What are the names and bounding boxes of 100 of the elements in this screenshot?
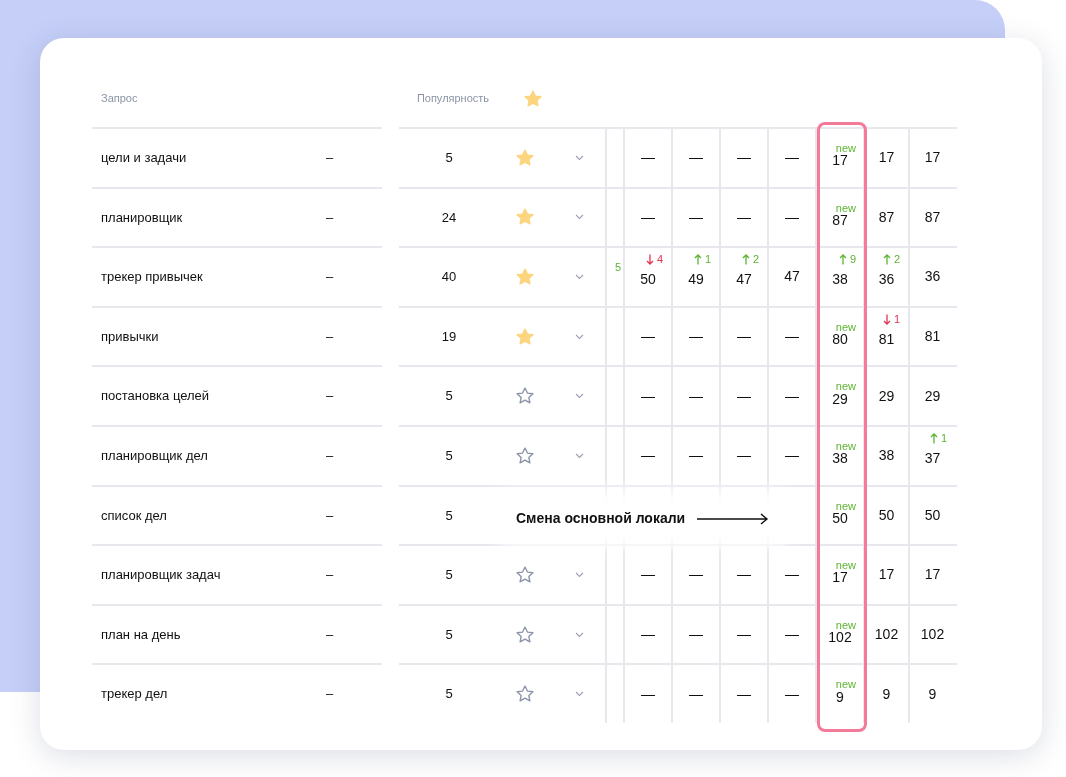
table-cell-text: 17 xyxy=(924,565,941,585)
table-cell-text: 9 xyxy=(928,684,937,704)
table-cell-text: — xyxy=(737,684,751,704)
popularity-value: 5 xyxy=(444,387,454,406)
table-cell-text: – xyxy=(324,149,335,168)
table-cell-text: – xyxy=(324,208,335,227)
popularity-value: 5 xyxy=(444,149,454,168)
annotation-text: Смена основной локали xyxy=(516,509,686,528)
star-icon[interactable] xyxy=(515,445,535,466)
table-cell-text: — xyxy=(737,386,751,406)
change-value: 2 xyxy=(893,254,900,266)
table-cell-text: 102 xyxy=(920,625,945,645)
table-cell-text: 50 xyxy=(640,270,656,290)
table-cell-text: 29 xyxy=(832,390,848,409)
table-cell-text: 81 xyxy=(924,327,941,347)
table-cell-text: 47 xyxy=(784,267,800,287)
table-cell-text: 9 xyxy=(836,688,844,707)
change-value: 1 xyxy=(704,254,711,266)
table-cell-text: — xyxy=(641,207,655,227)
table-cell-text: – xyxy=(324,506,335,525)
chevron-down-icon[interactable] xyxy=(575,154,584,161)
table-cell-text: 102 xyxy=(828,629,852,648)
query-text: трекер дел xyxy=(100,685,169,704)
popularity-value: 40 xyxy=(440,268,458,287)
table-cell-text: 49 xyxy=(688,270,704,290)
new-label: new xyxy=(835,559,856,572)
new-label: new xyxy=(835,380,856,393)
table-cell-text: 81 xyxy=(878,330,895,350)
table-cell-text: 37 xyxy=(924,449,941,469)
table-cell-text: 87 xyxy=(878,207,895,227)
new-label: new xyxy=(835,201,856,214)
new-label: new xyxy=(835,439,856,452)
new-label: new xyxy=(835,618,856,631)
star-icon[interactable] xyxy=(515,564,535,585)
table-cell-text: — xyxy=(689,625,703,645)
table-cell-text: — xyxy=(737,625,751,645)
table-cell-text: — xyxy=(641,446,655,466)
filled-star-icon[interactable] xyxy=(515,326,535,347)
chevron-down-icon[interactable] xyxy=(575,691,584,698)
table-cell-text: — xyxy=(785,684,799,704)
filled-star-icon[interactable] xyxy=(515,267,535,287)
query-text: список дел xyxy=(100,506,168,525)
table-cell-text: — xyxy=(737,446,751,466)
table-cell-text: — xyxy=(737,207,751,227)
popularity-value: 5 xyxy=(444,685,454,704)
chevron-down-icon[interactable] xyxy=(575,631,584,638)
new-label: new xyxy=(835,678,856,691)
chevron-down-icon[interactable] xyxy=(575,274,584,280)
table-cell-text: — xyxy=(689,386,703,406)
query-text: постановка целей xyxy=(100,387,211,406)
table-cell-text: — xyxy=(785,565,799,585)
chevron-down-icon[interactable] xyxy=(575,393,584,400)
column-header: Популярность xyxy=(415,91,491,107)
table-cell-text: — xyxy=(785,327,799,347)
filled-star-icon[interactable] xyxy=(523,88,543,109)
table-cell-text: 9 xyxy=(882,684,891,704)
table-cell-text: 17 xyxy=(878,565,895,585)
change-value: 1 xyxy=(893,313,900,325)
table-cell-text: 36 xyxy=(878,270,895,290)
query-text: планировщик дел xyxy=(100,447,209,465)
table-cell-text: — xyxy=(689,327,703,347)
table-cell-text: – xyxy=(324,625,335,644)
table-cell-text: 47 xyxy=(736,270,752,290)
column-header: Запрос xyxy=(100,91,139,107)
popularity-value: 24 xyxy=(440,208,458,227)
table-cell-text: — xyxy=(689,684,703,704)
table-cell-text: — xyxy=(785,148,799,168)
table-cell-text: 17 xyxy=(832,152,848,171)
chevron-down-icon[interactable] xyxy=(575,571,584,578)
table-cell-text: 29 xyxy=(924,386,941,406)
query-text: планировщик задач xyxy=(100,566,222,585)
table-cell-text: — xyxy=(785,446,799,466)
change-value: 1 xyxy=(940,432,947,444)
change-value: 2 xyxy=(752,254,759,266)
query-text: планировщик xyxy=(100,208,184,227)
popularity-value: 5 xyxy=(444,566,454,585)
table-cell-text: 36 xyxy=(924,267,941,287)
table-cell-text: — xyxy=(641,386,655,406)
new-label: new xyxy=(835,142,856,154)
table-cell-text: 29 xyxy=(878,386,895,406)
new-label: new xyxy=(835,320,856,333)
query-text: трекер привычек xyxy=(100,268,204,287)
table-cell-text: – xyxy=(324,566,335,585)
table-cell-text: – xyxy=(324,447,335,465)
change-value: 4 xyxy=(656,254,663,266)
filled-star-icon[interactable] xyxy=(515,147,535,168)
popularity-value: 19 xyxy=(440,327,458,346)
popularity-value: 5 xyxy=(444,506,454,525)
table-cell-text: 87 xyxy=(924,207,941,227)
table-cell-text: — xyxy=(689,207,703,227)
chevron-down-icon[interactable] xyxy=(575,333,584,340)
star-icon[interactable] xyxy=(515,624,535,645)
table-cell-text: 38 xyxy=(832,450,848,469)
table-cell-text: — xyxy=(641,684,655,704)
chevron-down-icon[interactable] xyxy=(575,214,584,221)
table-cell-text: – xyxy=(324,268,335,287)
table-cell-text: — xyxy=(641,565,655,585)
table-cell-text: — xyxy=(689,148,703,168)
chevron-down-icon[interactable] xyxy=(575,452,584,459)
table-cell-text: 38 xyxy=(832,270,848,290)
